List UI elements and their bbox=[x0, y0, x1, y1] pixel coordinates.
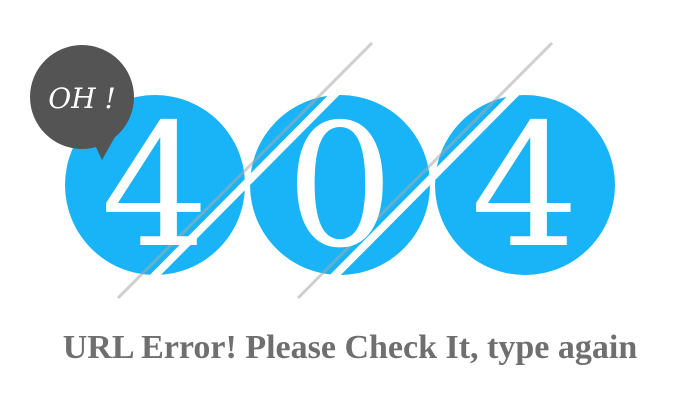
digit-0: 0 bbox=[286, 88, 394, 286]
bubble-label: OH ! bbox=[48, 82, 116, 115]
error-404-page: 4 0 4 OH ! URL Error! Please Check It, t… bbox=[0, 0, 700, 420]
error-404-graphic: 4 0 4 OH ! bbox=[30, 41, 615, 304]
error-message: URL Error! Please Check It, type again bbox=[62, 329, 638, 366]
digit-4-second: 4 bbox=[471, 88, 579, 286]
